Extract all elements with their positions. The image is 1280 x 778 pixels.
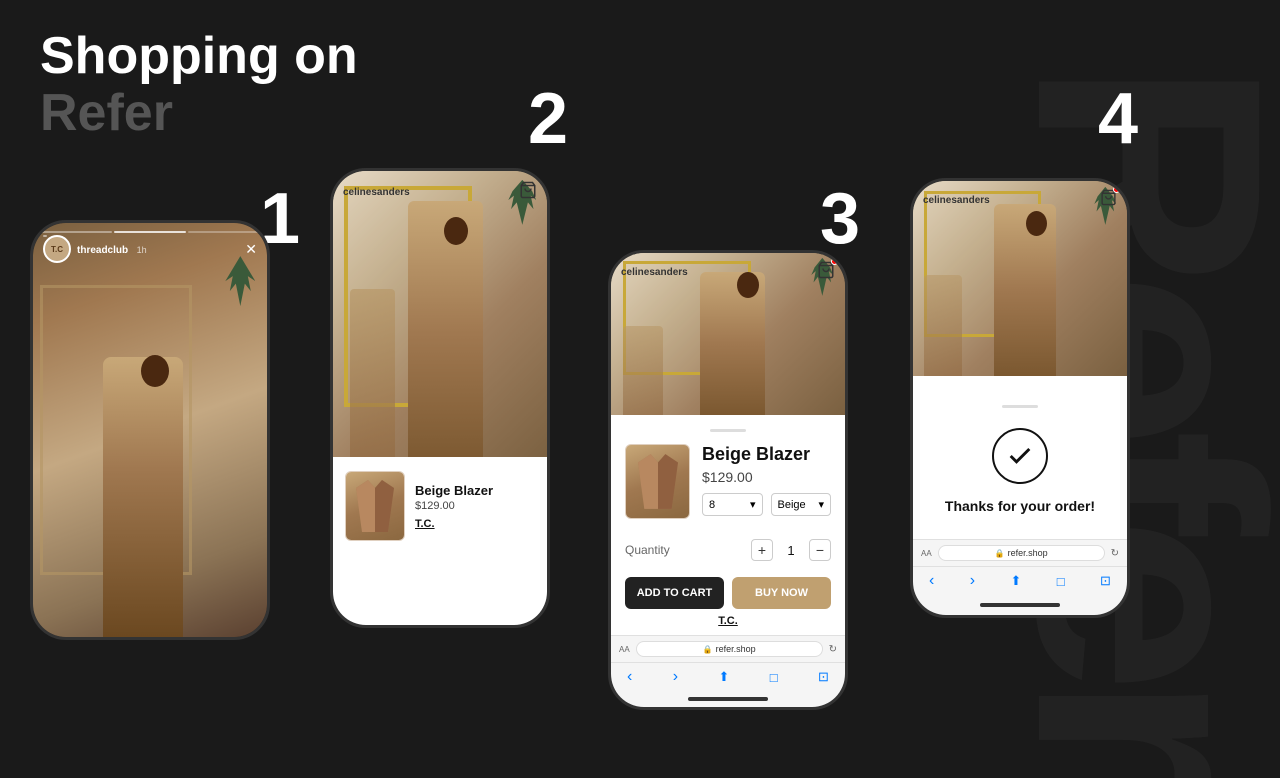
header-brand: Refer <box>40 85 358 142</box>
cart-icon-phone3[interactable] <box>817 261 835 284</box>
header-section: Shopping on Refer <box>40 28 358 142</box>
sheet-product-name: Beige Blazer <box>702 444 831 465</box>
success-message: Thanks for your order! <box>945 498 1095 514</box>
phone-4-wrapper: celinesanders <box>910 178 1130 618</box>
action-buttons: ADD TO CART BUY NOW <box>625 577 831 609</box>
forward-btn-phone4[interactable]: › <box>970 572 975 590</box>
phone-4-photo: celinesanders <box>913 181 1127 376</box>
sheet-product-image <box>625 444 690 519</box>
phone-2-photo: celinesanders <box>333 171 547 466</box>
success-circle <box>992 428 1048 484</box>
product-price-phone2: $129.00 <box>415 500 535 512</box>
product-brand-phone2: T.C. <box>415 518 535 530</box>
browser-url-phone4[interactable]: 🔒 refer.shop <box>938 545 1105 561</box>
quantity-row: Quantity + 1 − <box>625 539 831 561</box>
product-image-phone2 <box>345 471 405 541</box>
quantity-label: Quantity <box>625 543 743 557</box>
phone-2-content: celinesanders <box>333 171 547 625</box>
phone-1-wrapper: T.C threadclub 1h ✕ 🔗 SHOP NOW! <box>30 220 270 640</box>
header-title: Shopping on <box>40 28 358 85</box>
nav-bar-phone4: ‹ › ⬆ □ ⊡ <box>913 566 1127 595</box>
phone-3-frame: celinesanders <box>608 250 848 710</box>
product-info-phone2: Beige Blazer $129.00 T.C. <box>415 483 535 530</box>
product-card-phone2: Beige Blazer $129.00 T.C. <box>333 457 547 625</box>
browser-aa-phone4: AA <box>921 549 932 558</box>
sheet-product-row: Beige Blazer $129.00 8 ▾ Beige ▾ <box>625 444 831 519</box>
product-sheet-phone3: Beige Blazer $129.00 8 ▾ Beige ▾ <box>611 415 845 635</box>
bookmarks-btn-phone3[interactable]: □ <box>770 670 778 685</box>
phone-3-top-bar: celinesanders <box>621 261 835 284</box>
back-btn-phone4[interactable]: ‹ <box>929 572 934 590</box>
step-number-4: 4 <box>1098 78 1138 160</box>
buy-now-button[interactable]: BUY NOW <box>732 577 831 609</box>
browser-url-phone3[interactable]: 🔒 refer.shop <box>636 641 823 657</box>
cart-icon-phone4[interactable] <box>1100 189 1117 211</box>
phone-1-frame: T.C threadclub 1h ✕ 🔗 SHOP NOW! <box>30 220 270 640</box>
story-close-button[interactable]: ✕ <box>245 241 257 258</box>
size-select[interactable]: 8 ▾ <box>702 493 763 516</box>
sheet-handle-phone4 <box>1002 405 1038 408</box>
tabs-btn-phone4[interactable]: ⊡ <box>1100 573 1111 589</box>
nav-bar-phone3: ‹ › ⬆ □ ⊡ <box>611 662 845 691</box>
browser-bar-phone4: AA 🔒 refer.shop ↻ <box>913 539 1127 566</box>
reload-btn-phone4[interactable]: ↻ <box>1111 548 1119 559</box>
color-select[interactable]: Beige ▾ <box>771 493 832 516</box>
phone-4-content: celinesanders <box>913 181 1127 615</box>
tabs-btn-phone3[interactable]: ⊡ <box>818 669 829 685</box>
product-name-phone2: Beige Blazer <box>415 483 535 498</box>
phone-3-content: celinesanders <box>611 253 845 707</box>
browser-aa-phone3: AA <box>619 645 630 654</box>
brand-logo-phone3: T.C. <box>625 615 831 627</box>
phone-3-wrapper: celinesanders <box>608 250 848 710</box>
step-number-3: 3 <box>820 178 860 260</box>
sheet-product-price: $129.00 <box>702 469 831 485</box>
share-btn-phone4[interactable]: ⬆ <box>1010 573 1021 589</box>
story-avatar: T.C <box>43 235 71 263</box>
phone-2-wrapper: celinesanders <box>330 168 550 628</box>
quantity-value: 1 <box>781 543 801 558</box>
quantity-plus-btn[interactable]: + <box>751 539 773 561</box>
phone-2-frame: celinesanders <box>330 168 550 628</box>
phone-3-photo: celinesanders <box>611 253 845 415</box>
home-indicator-phone3 <box>611 691 845 707</box>
step-number-2: 2 <box>528 78 568 160</box>
sheet-selectors: 8 ▾ Beige ▾ <box>702 493 831 516</box>
phone-2-top-bar: celinesanders <box>343 181 537 204</box>
phone-4-top-bar: celinesanders <box>923 189 1117 211</box>
sheet-product-info: Beige Blazer $129.00 8 ▾ Beige ▾ <box>702 444 831 519</box>
sheet-handle <box>710 429 746 432</box>
story-username: threadclub 1h <box>77 240 147 258</box>
quantity-minus-btn[interactable]: − <box>809 539 831 561</box>
phone-4-frame: celinesanders <box>910 178 1130 618</box>
add-to-cart-button[interactable]: ADD TO CART <box>625 577 724 609</box>
cart-icon-phone2[interactable] <box>519 181 537 204</box>
bookmarks-btn-phone4[interactable]: □ <box>1057 574 1065 589</box>
success-sheet: Thanks for your order! <box>913 376 1127 539</box>
share-btn-phone3[interactable]: ⬆ <box>718 669 729 685</box>
reload-btn-phone3[interactable]: ↻ <box>829 644 837 655</box>
home-indicator-phone4 <box>913 595 1127 615</box>
back-btn-phone3[interactable]: ‹ <box>627 668 632 686</box>
browser-bar-phone3: AA 🔒 refer.shop ↻ <box>611 635 845 662</box>
forward-btn-phone3[interactable]: › <box>673 668 678 686</box>
